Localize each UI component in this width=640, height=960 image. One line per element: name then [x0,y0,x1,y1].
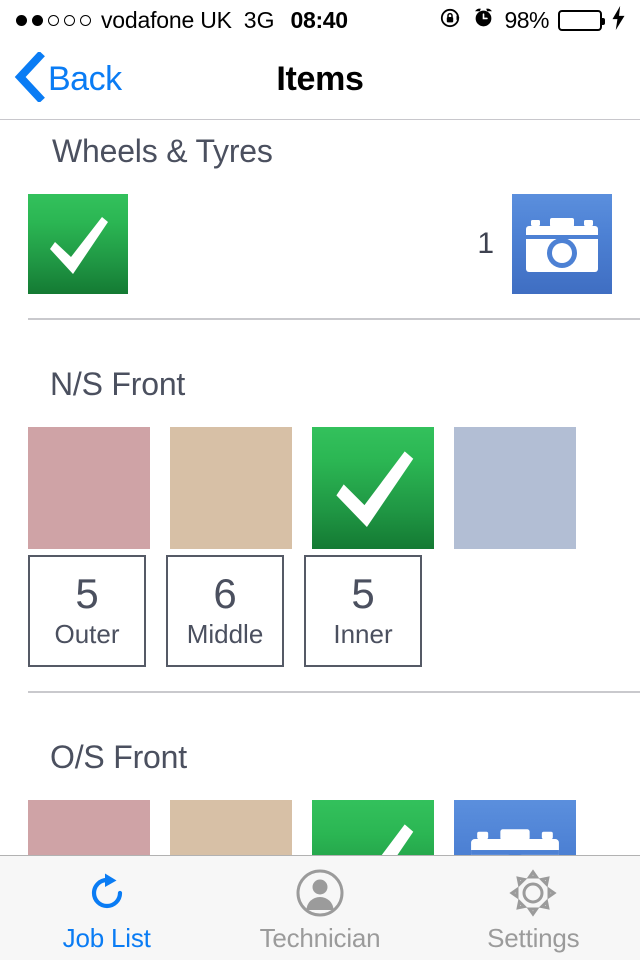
navigation-bar: Back Items [0,40,640,120]
tread-depth-inner-value: 5 [351,570,375,618]
status-bar-right: 98% [439,5,626,35]
tab-job-list[interactable]: Job List [0,856,213,960]
section-title-os-front: O/S Front [50,739,187,775]
ns-front-swatch-row [0,427,640,549]
tread-depth-outer-label: Outer [54,618,120,649]
section-wheels-and-tyres: Wheels & Tyres 1 [0,121,640,320]
signal-dot-5 [80,14,91,26]
tab-technician[interactable]: Technician [213,856,426,960]
ns-front-tread-row: 5 Outer 6 Middle 5 Inner [0,555,640,667]
os-front-swatch-row [0,800,640,855]
rotation-lock-icon [439,6,463,35]
camera-button-os-front[interactable] [454,800,576,855]
photo-count-label: 1 [477,227,494,260]
refresh-icon [83,867,131,919]
network-type-label: 3G [243,6,275,33]
tread-depth-middle-value: 6 [213,570,237,618]
signal-dot-1 [16,14,27,26]
check-icon [312,427,434,554]
clock-label: 08:40 [290,6,348,33]
chevron-left-icon [12,50,46,107]
section-os-front: O/S Front [0,693,640,855]
tab-job-list-label: Job List [62,922,151,953]
swatch-button-tan-ns-front[interactable] [170,427,292,549]
person-icon [295,867,345,919]
check-icon [28,194,128,299]
tread-depth-outer[interactable]: 5 Outer [28,555,146,667]
wheels-and-tyres-row: 1 [0,194,640,294]
camera-icon [454,800,576,855]
alarm-clock-icon [472,6,495,34]
tab-technician-label: Technician [259,922,381,953]
status-bar: vodafone UK 3G 08:40 98% [0,0,640,40]
battery-percent-label: 98% [504,6,549,33]
back-button[interactable]: Back [12,50,122,107]
carrier-label: vodafone UK [101,6,232,33]
tab-settings-label: Settings [487,922,580,953]
swatch-button-green-ns-front[interactable] [312,427,434,549]
signal-strength-dots [16,14,91,26]
tread-depth-inner[interactable]: 5 Inner [304,555,422,667]
tread-depth-outer-value: 5 [75,570,99,618]
gear-icon [508,867,558,919]
section-title-wheels-and-tyres: Wheels & Tyres [52,133,273,169]
section-title-ns-front: N/S Front [50,366,186,402]
check-icon [312,800,434,855]
signal-dot-3 [48,14,59,26]
tick-button-wheels-and-tyres[interactable] [28,194,128,294]
charging-bolt-icon [611,5,626,35]
camera-icon [512,194,612,299]
section-ns-front: N/S Front 5 Outer 6 Middle 5 Inner [0,320,640,693]
tread-depth-middle-label: Middle [186,618,264,649]
swatch-button-pink-os-front[interactable] [28,800,150,855]
swatch-button-green-os-front[interactable] [312,800,434,855]
tread-depth-middle[interactable]: 6 Middle [166,555,284,667]
swatch-button-blue-ns-front[interactable] [454,427,576,549]
status-bar-left: vodafone UK 3G 08:40 [16,7,348,34]
signal-dot-4 [64,14,75,26]
items-scroll-view[interactable]: Wheels & Tyres 1 N/S Front 5 Outer 6 Mid… [0,121,640,855]
signal-dot-2 [32,14,43,26]
swatch-button-pink-ns-front[interactable] [28,427,150,549]
tread-depth-inner-label: Inner [333,618,393,649]
tab-settings[interactable]: Settings [427,856,640,960]
battery-icon [558,9,605,31]
camera-button-wheels-and-tyres[interactable] [512,194,612,294]
swatch-button-tan-os-front[interactable] [170,800,292,855]
back-button-label: Back [48,60,122,98]
tab-bar: Job List Technician Settings [0,855,640,960]
